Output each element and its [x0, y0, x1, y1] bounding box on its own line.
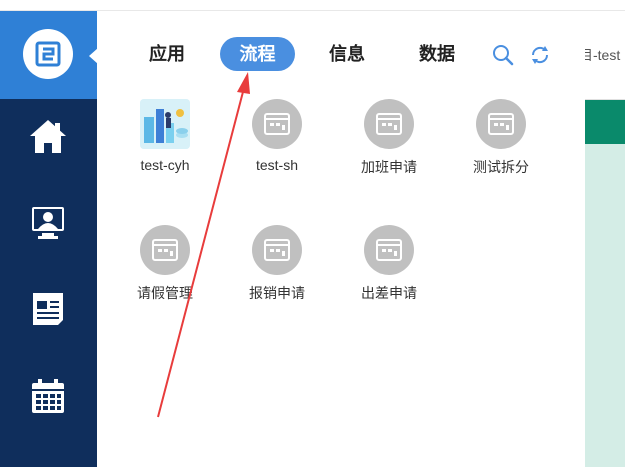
- window-top-edge: [0, 0, 625, 11]
- app-placeholder-icon: [476, 99, 526, 149]
- app-item-leave-management[interactable]: 请假管理: [115, 225, 215, 303]
- app-item-label: test-cyh: [140, 157, 190, 173]
- app-item-test-sh[interactable]: test-sh: [227, 99, 327, 173]
- sidebar: [0, 11, 98, 467]
- tab-workflow[interactable]: 流程: [220, 37, 295, 71]
- app-logo-icon: [23, 29, 73, 79]
- app-placeholder-icon: [364, 225, 414, 275]
- sidebar-item-monitor[interactable]: [28, 203, 68, 243]
- background-green-bar: [585, 100, 625, 144]
- app-item-label: 请假管理: [137, 285, 193, 301]
- background-content: [585, 144, 625, 467]
- search-icon: [493, 45, 514, 66]
- tab-apps[interactable]: 应用: [137, 37, 197, 71]
- app-item-overtime-request[interactable]: 加班申请: [339, 99, 439, 177]
- tab-data[interactable]: 数据: [407, 37, 467, 71]
- background-app: 目-test: [579, 11, 625, 467]
- calendar-icon: [32, 379, 64, 413]
- app-item-label: 测试拆分: [473, 159, 529, 175]
- refresh-icon: [531, 46, 549, 64]
- app-item-label: 报销申请: [249, 285, 305, 301]
- sidebar-item-calendar[interactable]: [28, 377, 68, 417]
- sidebar-logo[interactable]: [0, 11, 97, 99]
- custom-image-icon: [140, 99, 190, 149]
- user-monitor-icon: [32, 207, 64, 239]
- app-item-label: 出差申请: [361, 285, 417, 301]
- background-header: 目-test: [579, 11, 625, 100]
- app-item-business-trip-request[interactable]: 出差申请: [339, 225, 439, 303]
- sidebar-item-news[interactable]: [28, 289, 68, 329]
- refresh-button[interactable]: [529, 44, 551, 66]
- app-item-label: 加班申请: [361, 159, 417, 175]
- document-icon: [33, 293, 63, 325]
- app-placeholder-icon: [252, 225, 302, 275]
- app-placeholder-icon: [140, 225, 190, 275]
- app-item-label: test-sh: [255, 157, 298, 173]
- sidebar-item-home[interactable]: [28, 117, 68, 157]
- app-item-expense-request[interactable]: 报销申请: [227, 225, 327, 303]
- app-launcher-panel: 应用 流程 信息 数据 test-cyh test-sh 加班申请 测试拆分 请…: [97, 11, 585, 467]
- app-placeholder-icon: [252, 99, 302, 149]
- app-item-test-cyh[interactable]: test-cyh: [115, 99, 215, 173]
- background-title: 目-test: [579, 47, 621, 63]
- app-item-test-split[interactable]: 测试拆分: [451, 99, 551, 177]
- tab-info[interactable]: 信息: [317, 37, 377, 71]
- search-button[interactable]: [492, 44, 514, 66]
- home-icon: [30, 120, 66, 153]
- app-placeholder-icon: [364, 99, 414, 149]
